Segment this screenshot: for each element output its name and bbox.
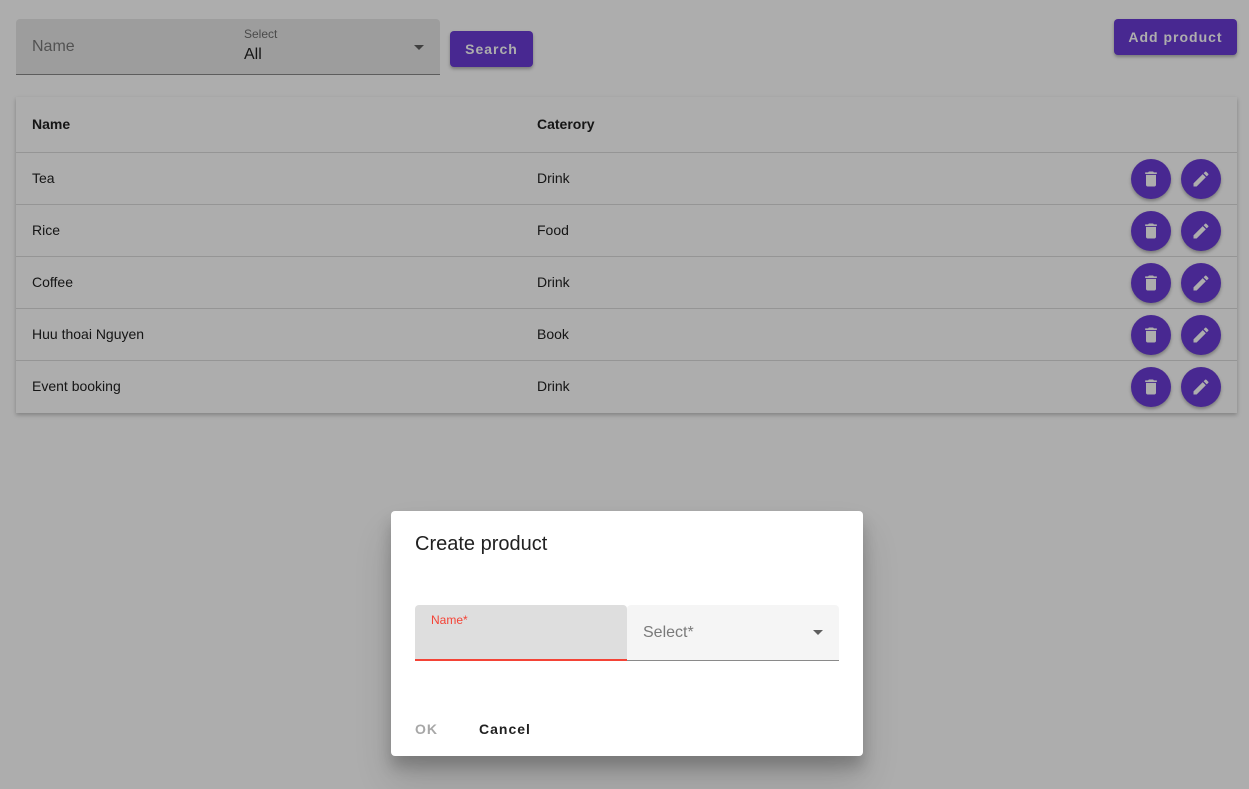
product-page: Select All Search Add product Name Cater… [0, 0, 1249, 789]
product-category-placeholder: Select* [643, 624, 694, 641]
create-product-dialog: Create product Name* Select* OK Cancel [391, 511, 863, 756]
dialog-title: Create product [415, 533, 548, 555]
dropdown-arrow-icon [813, 630, 823, 635]
cancel-button[interactable]: Cancel [479, 717, 531, 741]
product-category-select[interactable]: Select* [627, 605, 839, 661]
ok-button[interactable]: OK [415, 717, 438, 741]
product-name-input[interactable] [415, 627, 627, 657]
product-name-label: Name* [431, 613, 468, 627]
product-name-field[interactable]: Name* [415, 605, 627, 661]
